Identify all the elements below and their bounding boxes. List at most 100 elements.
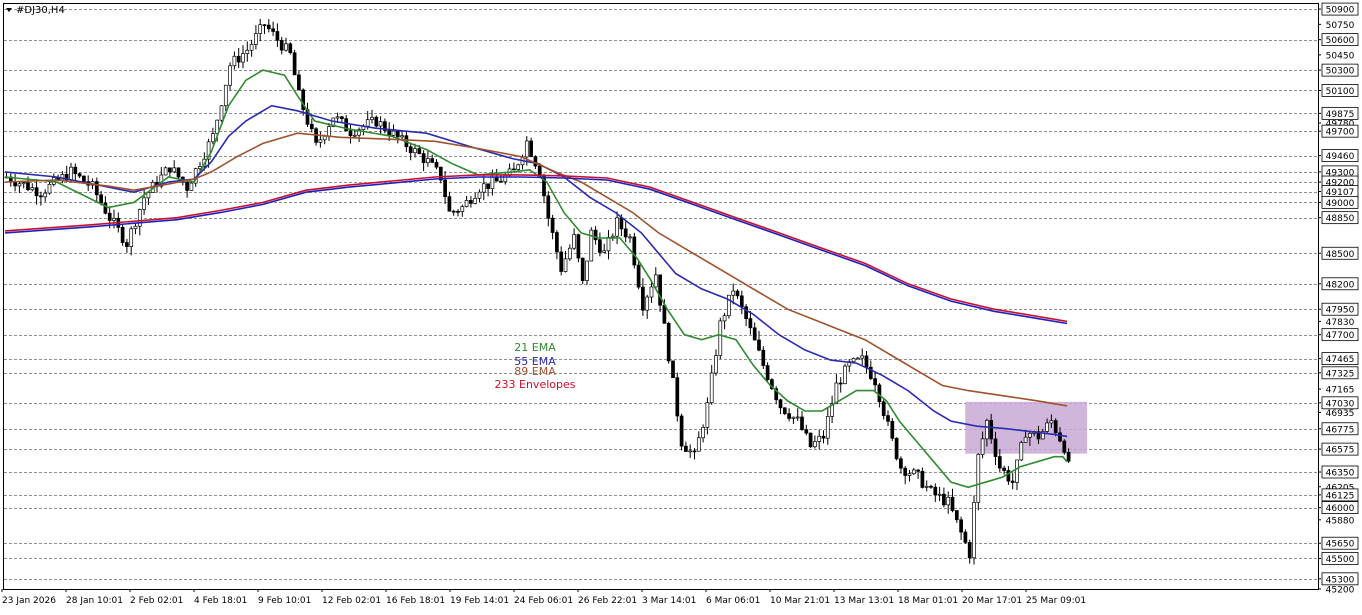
candle-bearish: [580, 257, 585, 281]
candle-bullish: [219, 105, 224, 121]
x-tick-label: 26 Feb 22:01: [578, 596, 637, 606]
candle-bearish: [662, 304, 667, 324]
candle-bullish: [142, 197, 146, 210]
price-chart[interactable]: 5090050750506005045050300501004987549780…: [0, 0, 1362, 611]
candle-bullish: [481, 183, 486, 193]
y-tick-label: 48500: [1326, 250, 1355, 260]
x-tick-label: 9 Feb 10:01: [258, 596, 311, 606]
candle-bearish: [757, 339, 761, 351]
y-tick-label: 47030: [1326, 399, 1355, 409]
candle-bullish: [258, 24, 263, 34]
x-tick-label: 6 Mar 06:01: [706, 596, 760, 606]
candle-bearish: [469, 200, 473, 204]
x-tick-label: 19 Feb 14:01: [450, 596, 509, 606]
candle-bearish: [292, 52, 297, 76]
candle-bullish: [567, 247, 572, 260]
candle-bearish: [782, 407, 787, 414]
candle-bullish: [714, 355, 718, 374]
candle-bearish: [989, 419, 994, 440]
candle-bearish: [744, 306, 748, 319]
candle-bearish: [348, 130, 353, 137]
candle-bullish: [1045, 422, 1049, 432]
candle-bullish: [653, 274, 658, 288]
candle-bullish: [615, 217, 619, 237]
candle-bearish: [486, 183, 490, 190]
candle-bullish: [189, 182, 194, 191]
candle-bearish: [598, 239, 602, 253]
x-tick-label: 24 Feb 06:01: [514, 596, 573, 606]
x-tick-label: 16 Feb 18:01: [386, 596, 445, 606]
y-tick-label: 46125: [1326, 491, 1355, 501]
candle-bullish: [223, 84, 228, 107]
candle-bullish: [426, 158, 430, 164]
candle-bullish: [851, 358, 856, 363]
y-tick-label: 49700: [1326, 128, 1355, 138]
candle-bearish: [963, 531, 968, 543]
candle-bullish: [701, 426, 705, 439]
candle-bullish: [211, 133, 215, 143]
candle-bearish: [417, 148, 422, 154]
candle-bullish: [907, 473, 912, 476]
candle-bearish: [82, 175, 86, 182]
candle-bullish: [370, 116, 374, 121]
candle-bullish: [413, 148, 417, 154]
candle-bearish: [739, 295, 744, 308]
candle-bullish: [985, 419, 989, 440]
candle-bearish: [1062, 440, 1067, 453]
candle-bearish: [692, 450, 697, 453]
candle-bearish: [778, 399, 783, 409]
candle-bearish: [903, 467, 908, 476]
candle-bearish: [752, 327, 757, 341]
candle-bearish: [456, 210, 460, 213]
candle-bearish: [890, 420, 895, 439]
candle-bullish: [284, 43, 288, 51]
y-tick-label: 50100: [1326, 87, 1355, 97]
candle-bullish: [112, 217, 116, 221]
candle-bullish: [709, 372, 714, 404]
legend-21-ema: 21 EMA: [514, 341, 556, 354]
candle-bullish: [163, 167, 168, 176]
y-tick-label: 47950: [1326, 306, 1355, 316]
candle-bullish: [825, 416, 830, 439]
candle-bullish: [727, 294, 731, 317]
candle-bullish: [400, 135, 404, 138]
candle-bearish: [950, 496, 955, 511]
candle-bullish: [731, 290, 736, 296]
y-tick-label: 47700: [1326, 331, 1355, 341]
candle-bearish: [13, 181, 17, 187]
candle-bullish: [524, 140, 529, 158]
candle-bearish: [107, 212, 112, 221]
candle-bearish: [494, 176, 499, 182]
y-tick-label: 46000: [1326, 504, 1355, 514]
candle-bullish: [473, 197, 478, 204]
candle-bearish: [529, 140, 533, 157]
candle-bullish: [649, 286, 654, 298]
candle-bearish: [430, 158, 435, 163]
candle-bearish: [39, 195, 43, 198]
candle-bearish: [262, 24, 267, 27]
candle-bullish: [1015, 459, 1019, 483]
candle-bullish: [47, 183, 52, 194]
candle-bearish: [168, 167, 172, 173]
y-tick-label: 49875: [1326, 110, 1355, 120]
candle-bullish: [477, 191, 482, 199]
candle-bearish: [886, 415, 890, 422]
candle-bearish: [447, 196, 452, 212]
y-tick-label: 47830: [1326, 318, 1355, 328]
candle-bearish: [894, 437, 899, 460]
candle-bullish: [232, 55, 237, 67]
candle-bullish: [946, 496, 951, 506]
legend-89-ema: 89 EMA: [514, 365, 556, 378]
candle-bearish: [671, 360, 675, 379]
y-tick-label: 49460: [1326, 152, 1355, 162]
x-tick-label: 25 Mar 09:01: [1026, 596, 1086, 606]
x-tick-label: 12 Feb 02:01: [322, 596, 381, 606]
candle-bearish: [899, 458, 903, 469]
candle-bearish: [761, 349, 766, 366]
y-tick-label: 50450: [1326, 51, 1355, 61]
candle-bearish: [821, 435, 826, 439]
candle-bearish: [533, 156, 538, 167]
candle-bearish: [675, 377, 680, 417]
candle-bearish: [77, 173, 82, 177]
candle-bearish: [787, 413, 791, 419]
